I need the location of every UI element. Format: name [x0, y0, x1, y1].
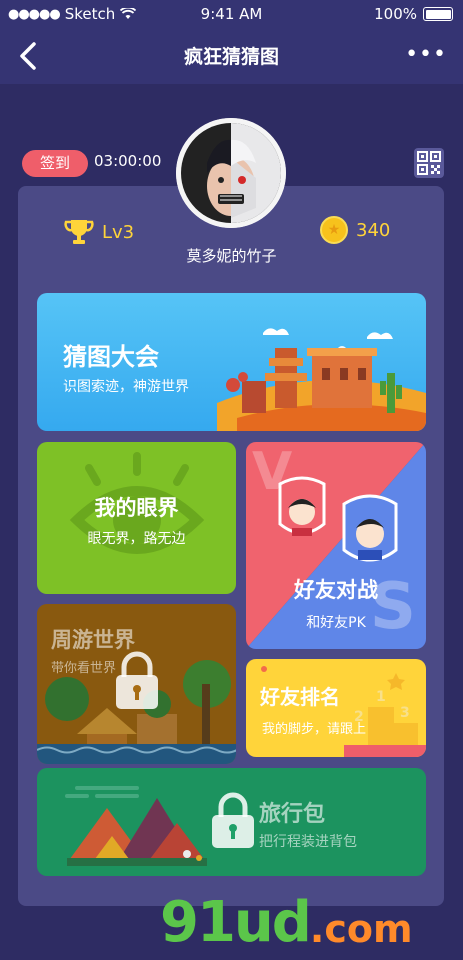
- guess-contest-title: 猜图大会: [63, 343, 159, 371]
- lock-icon: [116, 651, 158, 709]
- level-badge: Lv3: [64, 218, 134, 246]
- friend-battle-subtitle: 和好友PK: [306, 615, 366, 631]
- world-tour-subtitle: 带你看世界: [51, 661, 117, 676]
- podium-first: 1: [376, 689, 386, 705]
- travel-bag-subtitle: 把行程装进背包: [259, 834, 357, 850]
- checkin-button[interactable]: 签到: [22, 150, 88, 177]
- watermark-suffix: .com: [309, 907, 413, 951]
- avatar[interactable]: [176, 118, 286, 228]
- lock-icon-bag: [212, 792, 254, 848]
- friend-battle-title: 好友对战: [294, 578, 378, 602]
- username: 莫多妮的竹子: [186, 247, 277, 265]
- nav-bar: 疯狂猜猜图 •••: [0, 28, 463, 84]
- world-tour-card[interactable]: 周游世界 带你看世界: [37, 604, 236, 764]
- my-vision-card[interactable]: 我的眼界 眼无界，路无边: [37, 442, 236, 594]
- guess-contest-subtitle: 识图索迹，神游世界: [63, 379, 189, 395]
- vs-letter-v: V: [252, 442, 293, 502]
- battery-area: 100%: [374, 5, 453, 23]
- friend-battle-card[interactable]: V S 好友对战 和好友PK: [246, 442, 426, 649]
- qr-code-icon[interactable]: [414, 148, 444, 178]
- coin-icon: ★: [320, 216, 348, 244]
- trophy-icon: [64, 220, 94, 244]
- battery-percent: 100%: [374, 5, 417, 23]
- level-label: Lv3: [102, 221, 135, 243]
- guess-contest-card[interactable]: 猜图大会 识图索迹，神游世界: [37, 293, 426, 431]
- friend-ranking-card[interactable]: 1 2 3 好友排名 我的脚步，请跟上: [246, 659, 426, 757]
- travel-bag-title: 旅行包: [259, 802, 326, 827]
- checkin-timer: 03:00:00: [94, 152, 162, 170]
- friend-ranking-title: 好友排名: [260, 685, 340, 709]
- watermark-main: 91ud: [160, 890, 312, 955]
- more-icon[interactable]: •••: [405, 42, 447, 67]
- podium-third: 3: [400, 705, 410, 721]
- battery-icon: [423, 7, 453, 21]
- my-vision-subtitle: 眼无界，路无边: [87, 531, 186, 547]
- coin-balance: ★ 340: [320, 216, 390, 244]
- site-watermark: 91ud .com: [160, 890, 413, 955]
- status-bar: ●●●●● Sketch 9:41 AM 100%: [0, 0, 463, 28]
- travel-bag-card[interactable]: 旅行包 把行程装进背包: [37, 768, 426, 876]
- coin-count: 340: [356, 219, 391, 241]
- friend-ranking-subtitle: 我的脚步，请跟上: [262, 722, 367, 737]
- page-title: 疯狂猜猜图: [183, 46, 279, 68]
- my-vision-title: 我的眼界: [94, 496, 179, 520]
